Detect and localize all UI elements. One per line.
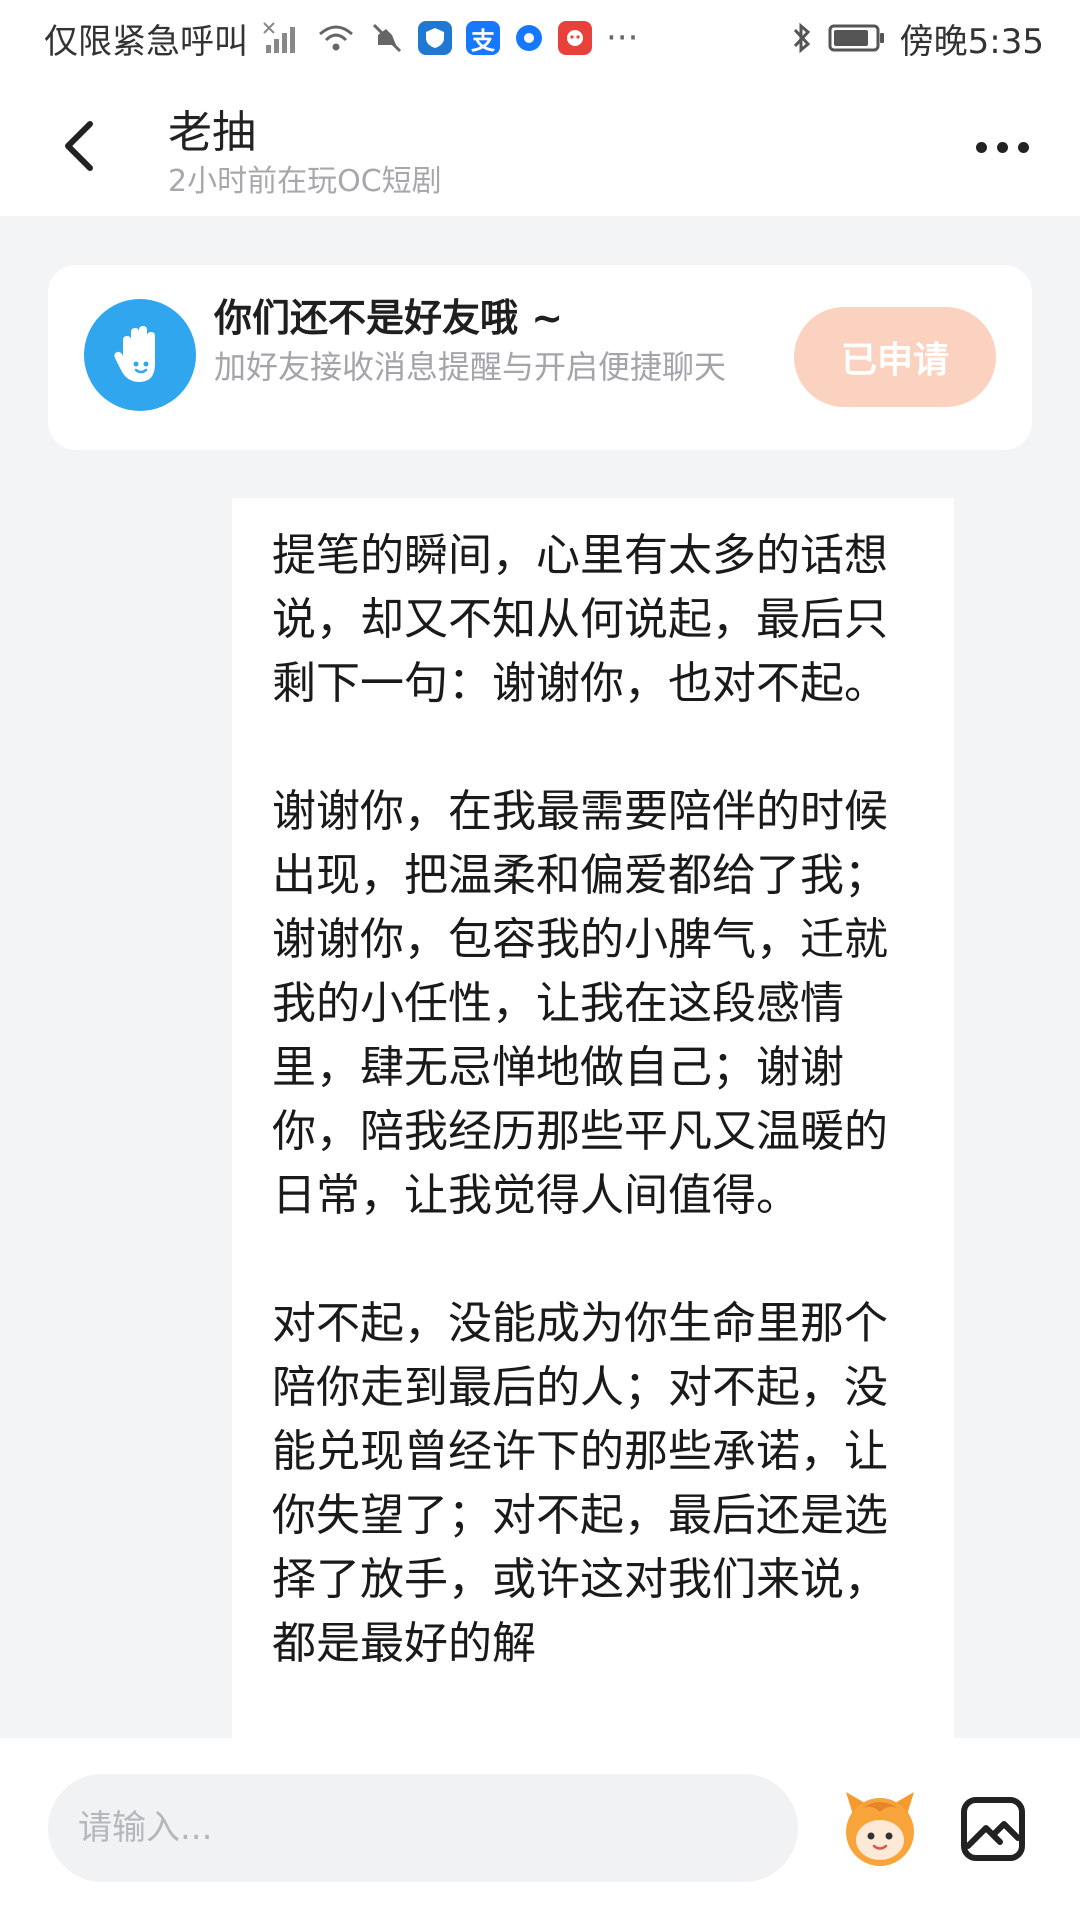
more-dot-icon xyxy=(975,141,987,153)
message-text: 提笔的瞬间，心里有太多的话想说，却又不知从何说起，最后只剩下一句：谢谢你，也对不… xyxy=(272,530,888,1669)
carrier-text: 仅限紧急呼叫 xyxy=(44,21,248,62)
more-dot-icon xyxy=(1017,141,1029,153)
back-button[interactable] xyxy=(50,114,110,178)
bluetooth-icon xyxy=(790,20,814,56)
clock-text: 傍晚5:35 xyxy=(899,21,1044,62)
alipay-app-icon: 支 xyxy=(466,21,500,55)
contact-name: 老抽 xyxy=(168,107,256,158)
emoji-mascot-button[interactable] xyxy=(832,1778,928,1874)
status-right: 傍晚5:35 xyxy=(790,14,1044,63)
mute-icon xyxy=(370,21,404,55)
hand-wave-icon xyxy=(84,299,196,411)
status-more-text: ··· xyxy=(606,18,639,58)
chat-header: 老抽 2小时前在玩OC短剧 xyxy=(0,76,1080,216)
image-button[interactable] xyxy=(958,1794,1028,1864)
chat-screen: 仅限紧急呼叫 支 ··· 傍晚5:35 老抽 2小时前在玩OC短剧 你们还不是好… xyxy=(0,0,1080,1920)
image-icon xyxy=(961,1797,1025,1861)
battery-icon xyxy=(828,23,886,53)
alipay-badge-text: 支 xyxy=(466,21,500,55)
no-signal-icon xyxy=(262,21,302,55)
shield-app-icon xyxy=(418,21,452,55)
message-bubble: 提笔的瞬间，心里有太多的话想说，却又不知从何说起，最后只剩下一句：谢谢你，也对不… xyxy=(232,498,954,1738)
status-bar: 仅限紧急呼叫 支 ··· 傍晚5:35 xyxy=(0,0,1080,76)
mascot-icon xyxy=(846,1792,914,1866)
more-dot-icon xyxy=(996,141,1008,153)
more-options-button[interactable] xyxy=(972,132,1032,162)
contact-status: 2小时前在玩OC短剧 xyxy=(168,164,442,199)
message-input[interactable] xyxy=(48,1774,798,1882)
chevron-left-icon xyxy=(65,121,93,171)
applied-button[interactable]: 已申请 xyxy=(794,307,996,407)
circle-app-icon xyxy=(514,23,544,53)
wifi-icon xyxy=(316,22,356,54)
card-title: 你们还不是好友哦 ~ xyxy=(214,296,564,340)
card-description: 加好友接收消息提醒与开启便捷聊天 xyxy=(214,348,727,386)
status-left: 仅限紧急呼叫 支 ··· xyxy=(44,14,638,63)
input-bar xyxy=(0,1738,1080,1920)
not-friend-card: 你们还不是好友哦 ~ 加好友接收消息提醒与开启便捷聊天 已申请 xyxy=(48,265,1032,450)
news-app-icon xyxy=(558,21,592,55)
